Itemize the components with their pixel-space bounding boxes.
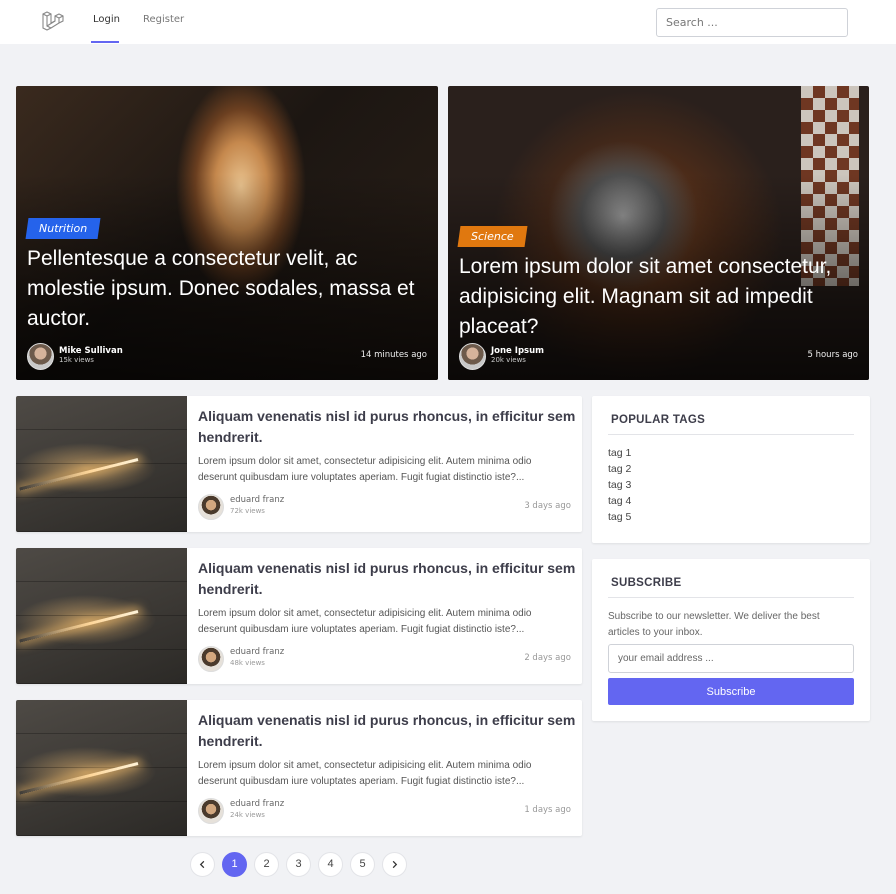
post-card[interactable]: Aliquam venenatis nisl id purus rhoncus,… xyxy=(16,396,582,532)
category-badge[interactable]: Nutrition xyxy=(25,218,101,239)
author-avatar xyxy=(198,798,224,824)
subscribe-description: Subscribe to our newsletter. We deliver … xyxy=(608,611,820,638)
chevron-left-icon xyxy=(199,860,205,869)
category-badge[interactable]: Science xyxy=(457,226,528,247)
nav-login-link[interactable]: Login xyxy=(93,14,120,25)
post-excerpt: Lorem ipsum dolor sit amet, consectetur … xyxy=(198,608,532,635)
post-card[interactable]: Aliquam venenatis nisl id purus rhoncus,… xyxy=(16,700,582,836)
featured-post-title[interactable]: Lorem ipsum dolor sit amet consectetur, … xyxy=(459,252,864,342)
view-count: 15k views xyxy=(59,356,94,364)
post-thumbnail[interactable] xyxy=(16,700,187,836)
post-excerpt: Lorem ipsum dolor sit amet, consectetur … xyxy=(198,760,532,787)
popular-tags-widget: POPULAR TAGS tag 1 tag 2 tag 3 tag 4 tag… xyxy=(592,396,870,543)
post-title[interactable]: Aliquam venenatis nisl id purus rhoncus,… xyxy=(198,558,580,600)
nav-register-link[interactable]: Register xyxy=(143,14,184,25)
author-name[interactable]: eduard franz xyxy=(230,799,284,809)
active-nav-indicator xyxy=(91,41,119,43)
tag-link[interactable]: tag 4 xyxy=(608,495,631,507)
view-count: 72k views xyxy=(230,507,265,515)
author-avatar xyxy=(459,343,486,370)
post-thumbnail[interactable] xyxy=(16,396,187,532)
post-card[interactable]: Aliquam venenatis nisl id purus rhoncus,… xyxy=(16,548,582,684)
post-time: 3 days ago xyxy=(524,501,571,511)
author-avatar xyxy=(198,646,224,672)
tag-link[interactable]: tag 1 xyxy=(608,447,631,459)
post-thumbnail[interactable] xyxy=(16,548,187,684)
subscribe-button[interactable]: Subscribe xyxy=(608,678,854,705)
tag-link[interactable]: tag 2 xyxy=(608,463,631,475)
page-button-4[interactable]: 4 xyxy=(318,852,343,877)
search-input[interactable] xyxy=(656,8,848,37)
tag-link[interactable]: tag 3 xyxy=(608,479,631,491)
author-name[interactable]: Mike Sullivan xyxy=(59,346,123,356)
tag-link[interactable]: tag 5 xyxy=(608,511,631,523)
featured-post-card[interactable]: Nutrition Pellentesque a consectetur vel… xyxy=(16,86,438,380)
view-count: 20k views xyxy=(491,356,526,364)
post-time: 14 minutes ago xyxy=(360,350,427,360)
post-time: 2 days ago xyxy=(524,653,571,663)
next-page-button[interactable] xyxy=(382,852,407,877)
subscribe-widget: SUBSCRIBE Subscribe to our newsletter. W… xyxy=(592,559,870,721)
page-button-1[interactable]: 1 xyxy=(222,852,247,877)
author-avatar xyxy=(198,494,224,520)
featured-post-card[interactable]: Science Lorem ipsum dolor sit amet conse… xyxy=(448,86,869,380)
email-field[interactable] xyxy=(608,644,854,673)
widget-title: POPULAR TAGS xyxy=(611,414,706,426)
author-name[interactable]: eduard franz xyxy=(230,495,284,505)
post-time: 5 hours ago xyxy=(807,350,858,360)
author-name[interactable]: Jone Ipsum xyxy=(491,346,544,356)
author-avatar xyxy=(27,343,54,370)
widget-title: SUBSCRIBE xyxy=(611,577,682,589)
post-time: 1 days ago xyxy=(524,805,571,815)
post-title[interactable]: Aliquam venenatis nisl id purus rhoncus,… xyxy=(198,406,580,448)
laravel-logo-icon[interactable] xyxy=(40,9,64,33)
page-button-2[interactable]: 2 xyxy=(254,852,279,877)
divider xyxy=(608,434,854,435)
author-name[interactable]: eduard franz xyxy=(230,647,284,657)
top-navbar: Login Register xyxy=(0,0,896,44)
featured-post-title[interactable]: Pellentesque a consectetur velit, ac mol… xyxy=(27,244,432,334)
page-button-5[interactable]: 5 xyxy=(350,852,375,877)
post-title[interactable]: Aliquam venenatis nisl id purus rhoncus,… xyxy=(198,710,580,752)
chevron-right-icon xyxy=(392,860,398,869)
post-excerpt: Lorem ipsum dolor sit amet, consectetur … xyxy=(198,456,532,483)
view-count: 48k views xyxy=(230,659,265,667)
previous-page-button[interactable] xyxy=(190,852,215,877)
view-count: 24k views xyxy=(230,811,265,819)
page-button-3[interactable]: 3 xyxy=(286,852,311,877)
divider xyxy=(608,597,854,598)
